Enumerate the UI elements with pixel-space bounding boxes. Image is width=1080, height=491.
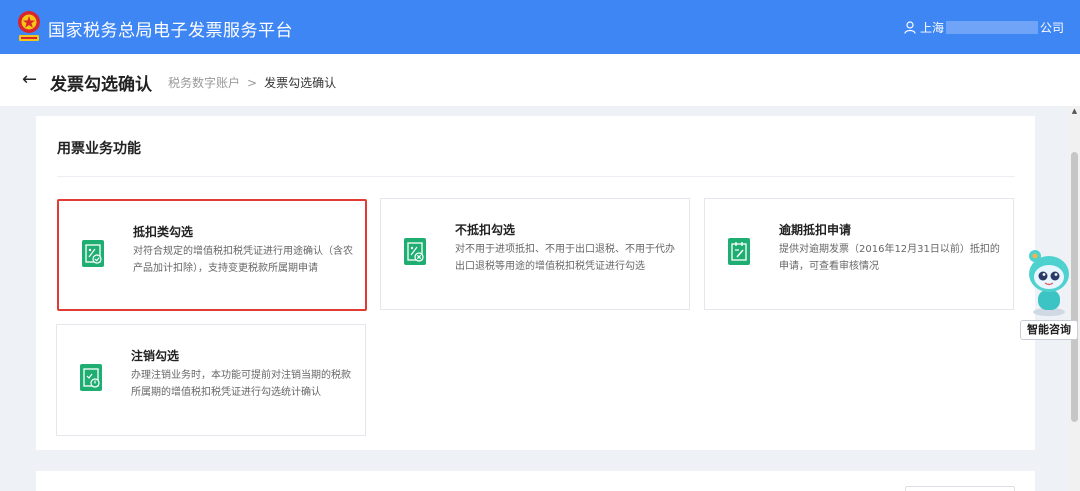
- no-deduction-icon: [404, 238, 426, 265]
- assistant-widget[interactable]: 智能咨询: [1018, 246, 1080, 342]
- assistant-robot-icon: [1029, 250, 1069, 316]
- page-header: ← 发票勾选确认 税务数字账户 > 发票勾选确认: [0, 54, 1080, 106]
- top-header: 国家税务总局电子发票服务平台 上海 公司: [0, 0, 1080, 54]
- card-title: 不抵扣勾选: [455, 223, 516, 237]
- card-title: 逾期抵扣申请: [779, 223, 852, 237]
- card-description: 对符合规定的增值税扣税凭证进行用途确认（含农产品加计扣除），支持变更税款所属期申…: [133, 246, 353, 274]
- card-description: 对不用于进项抵扣、不用于出口退税、不用于代办出口退税等用途的增值税扣税凭证进行勾…: [455, 244, 675, 272]
- tax-emblem-icon: [18, 11, 40, 41]
- section-title: 用票业务功能: [57, 141, 141, 157]
- breadcrumb-separator: >: [247, 75, 258, 90]
- section-divider: [57, 176, 1015, 177]
- assistant-label: 智能咨询: [1020, 320, 1078, 340]
- breadcrumb: 税务数字账户 > 发票勾选确认: [168, 74, 336, 91]
- function-panel: 用票业务功能 抵扣类勾选 对符合规定的增值税扣税凭证进行用途确认（含农产品加计扣…: [36, 116, 1035, 450]
- card-description: 办理注销业务时，本功能可提前对注销当期的税款所属期的增值税扣税凭证进行勾选统计确…: [131, 370, 351, 398]
- card-description: 提供对逾期发票（2016年12月31日以前）抵扣的申请，可查看审核情况: [779, 244, 1000, 272]
- scroll-up-icon[interactable]: ▲: [1069, 106, 1080, 116]
- arrow-left-icon[interactable]: ←: [22, 71, 37, 89]
- user-company-suffix: 公司: [1039, 21, 1064, 35]
- overdue-apply-icon: [728, 238, 750, 265]
- breadcrumb-item-account[interactable]: 税务数字账户: [168, 74, 240, 91]
- card-cancellation[interactable]: 注销勾选 办理注销业务时，本功能可提前对注销当期的税款所属期的增值税扣税凭证进行…: [56, 324, 366, 436]
- cancellation-icon: [80, 364, 102, 391]
- card-overdue-apply[interactable]: 逾期抵扣申请 提供对逾期发票（2016年12月31日以前）抵扣的申请，可查看审核…: [704, 198, 1014, 310]
- app-title: 国家税务总局电子发票服务平台: [48, 21, 293, 41]
- card-deduction-check[interactable]: 抵扣类勾选 对符合规定的增值税扣税凭证进行用途确认（含农产品加计扣除），支持变更…: [57, 199, 367, 311]
- breadcrumb-item-current: 发票勾选确认: [264, 76, 337, 90]
- deduction-check-icon: [82, 240, 104, 267]
- card-no-deduction[interactable]: 不抵扣勾选 对不用于进项抵扣、不用于出口退税、不用于代办出口退税等用途的增值税扣…: [380, 198, 690, 310]
- user-company-prefix: 上海: [919, 21, 944, 35]
- user-company-redacted: [945, 21, 1038, 34]
- next-panel: [36, 471, 1035, 491]
- user-menu[interactable]: 上海 公司: [904, 19, 1064, 36]
- page-title: 发票勾选确认: [50, 75, 152, 95]
- card-title: 抵扣类勾选: [133, 225, 194, 239]
- next-panel-button[interactable]: [905, 486, 1015, 491]
- card-title: 注销勾选: [131, 349, 180, 363]
- user-icon: [904, 21, 916, 34]
